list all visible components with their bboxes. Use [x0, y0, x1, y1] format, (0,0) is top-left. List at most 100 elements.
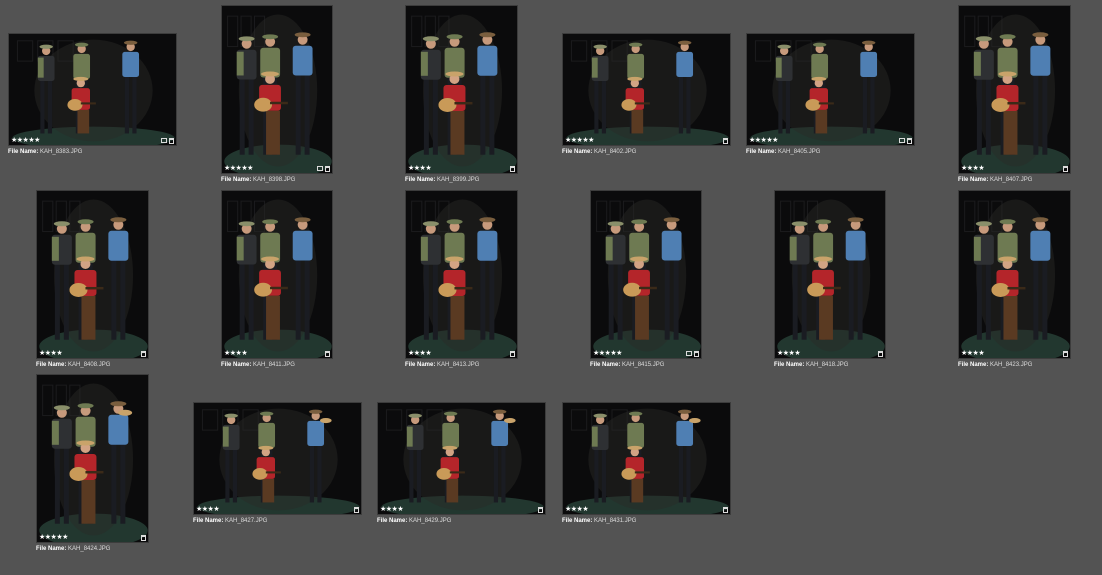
- stage-photo-image: [406, 191, 517, 358]
- photo-thumbnail[interactable]: ★★★★: [958, 190, 1071, 359]
- star-rating[interactable]: ★★★★: [961, 349, 985, 358]
- file-name-label: File Name:: [8, 149, 41, 155]
- star-rating[interactable]: ★★★★★: [39, 533, 68, 542]
- thumbnail-cell[interactable]: ★★★★ File Name: KAH_8413.JPG: [405, 190, 518, 370]
- thumbnail-badges: ★★★★: [775, 348, 885, 358]
- trash-icon[interactable]: [878, 351, 883, 357]
- trash-icon[interactable]: [141, 351, 146, 357]
- trash-icon[interactable]: [354, 507, 359, 513]
- thumbnail-cell[interactable]: ★★★★ File Name: KAH_8407.JPG: [958, 5, 1071, 185]
- star-rating[interactable]: ★★★★★: [749, 136, 778, 145]
- photo-thumbnail[interactable]: ★★★★★: [8, 33, 177, 146]
- file-name-value: KAH_8413.JPG: [437, 362, 480, 368]
- thumbnail-cell[interactable]: ★★★★★ File Name: KAH_8383.JPG: [8, 33, 177, 157]
- metadata-icon[interactable]: [161, 138, 167, 143]
- trash-icon[interactable]: [325, 166, 330, 172]
- stage-photo-image: [959, 6, 1070, 173]
- star-rating[interactable]: ★★★★: [777, 349, 801, 358]
- thumbnail-cell[interactable]: ★★★★ File Name: KAH_8411.JPG: [221, 190, 333, 370]
- star-rating[interactable]: ★★★★: [408, 164, 432, 173]
- thumbnail-cell[interactable]: ★★★★★ File Name: KAH_8415.JPG: [590, 190, 702, 370]
- trash-icon[interactable]: [538, 507, 543, 513]
- photo-thumbnail[interactable]: ★★★★: [958, 5, 1071, 174]
- photo-thumbnail[interactable]: ★★★★: [193, 402, 362, 515]
- metadata-icon[interactable]: [317, 166, 323, 171]
- file-name-caption: File Name: KAH_8413.JPG: [405, 361, 479, 369]
- photo-thumbnail[interactable]: ★★★★★: [590, 190, 702, 359]
- thumbnail-cell[interactable]: ★★★★ File Name: KAH_8429.JPG: [377, 402, 546, 526]
- trash-icon[interactable]: [510, 351, 515, 357]
- thumbnail-badges: ★★★★★: [222, 163, 332, 173]
- stage-photo-image: [222, 6, 332, 173]
- file-name-caption: File Name: KAH_8405.JPG: [746, 148, 820, 156]
- photo-thumbnail[interactable]: ★★★★: [377, 402, 546, 515]
- trash-icon[interactable]: [907, 138, 912, 144]
- thumbnail-cell[interactable]: ★★★★ File Name: KAH_8423.JPG: [958, 190, 1071, 370]
- thumbnail-icons: [686, 351, 699, 357]
- star-rating[interactable]: ★★★★★: [565, 136, 594, 145]
- thumbnail-icons: [723, 138, 728, 144]
- trash-icon[interactable]: [1063, 166, 1068, 172]
- trash-icon[interactable]: [325, 351, 330, 357]
- stage-scene: [37, 375, 148, 542]
- photo-thumbnail[interactable]: ★★★★: [774, 190, 886, 359]
- stage-scene: [406, 191, 517, 358]
- metadata-icon[interactable]: [899, 138, 905, 143]
- thumbnail-cell[interactable]: ★★★★★ File Name: KAH_8424.JPG: [36, 374, 149, 554]
- photo-thumbnail[interactable]: ★★★★: [405, 5, 518, 174]
- thumbnail-badges: ★★★★★: [563, 135, 730, 145]
- thumbnail-cell[interactable]: ★★★★ File Name: KAH_8431.JPG: [562, 402, 731, 526]
- file-name-label: File Name:: [405, 177, 438, 183]
- thumbnail-cell[interactable]: ★★★★★ File Name: KAH_8398.JPG: [221, 5, 333, 185]
- star-rating[interactable]: ★★★★: [39, 349, 63, 358]
- star-rating[interactable]: ★★★★: [380, 505, 404, 514]
- thumbnail-cell[interactable]: ★★★★ File Name: KAH_8418.JPG: [774, 190, 886, 370]
- star-rating[interactable]: ★★★★: [961, 164, 985, 173]
- star-rating[interactable]: ★★★★★: [11, 136, 40, 145]
- stage-scene: [37, 191, 148, 358]
- file-name-caption: File Name: KAH_8424.JPG: [36, 545, 110, 553]
- thumbnail-badges: ★★★★: [959, 163, 1070, 173]
- photo-thumbnail[interactable]: ★★★★★: [36, 374, 149, 543]
- trash-icon[interactable]: [694, 351, 699, 357]
- star-rating[interactable]: ★★★★★: [593, 349, 622, 358]
- file-name-value: KAH_8431.JPG: [594, 518, 637, 524]
- thumbnail-icons: [161, 138, 174, 144]
- trash-icon[interactable]: [1063, 351, 1068, 357]
- file-name-label: File Name:: [774, 362, 807, 368]
- star-rating[interactable]: ★★★★: [565, 505, 589, 514]
- photo-thumbnail[interactable]: ★★★★★: [221, 5, 333, 174]
- trash-icon[interactable]: [169, 138, 174, 144]
- stage-scene: [959, 6, 1070, 173]
- thumbnail-icons: [141, 351, 146, 357]
- thumbnail-badges: ★★★★: [222, 348, 332, 358]
- thumbnail-cell[interactable]: ★★★★ File Name: KAH_8399.JPG: [405, 5, 518, 185]
- file-name-label: File Name:: [958, 177, 991, 183]
- photo-thumbnail[interactable]: ★★★★: [36, 190, 149, 359]
- thumbnail-badges: ★★★★: [406, 163, 517, 173]
- trash-icon[interactable]: [723, 138, 728, 144]
- file-name-label: File Name:: [405, 362, 438, 368]
- thumbnail-cell[interactable]: ★★★★ File Name: KAH_8408.JPG: [36, 190, 149, 370]
- metadata-icon[interactable]: [686, 351, 692, 356]
- photo-thumbnail[interactable]: ★★★★★: [746, 33, 915, 146]
- trash-icon[interactable]: [723, 507, 728, 513]
- photo-thumbnail[interactable]: ★★★★: [221, 190, 333, 359]
- star-rating[interactable]: ★★★★★: [224, 164, 253, 173]
- photo-thumbnail[interactable]: ★★★★★: [562, 33, 731, 146]
- stage-photo-image: [37, 375, 148, 542]
- thumbnail-cell[interactable]: ★★★★★ File Name: KAH_8402.JPG: [562, 33, 731, 157]
- photo-thumbnail[interactable]: ★★★★: [562, 402, 731, 515]
- file-name-caption: File Name: KAH_8418.JPG: [774, 361, 848, 369]
- star-rating[interactable]: ★★★★: [408, 349, 432, 358]
- photo-thumbnail[interactable]: ★★★★: [405, 190, 518, 359]
- star-rating[interactable]: ★★★★: [196, 505, 220, 514]
- file-name-caption: File Name: KAH_8431.JPG: [562, 517, 636, 525]
- file-name-label: File Name:: [746, 149, 779, 155]
- thumbnail-cell[interactable]: ★★★★★ File Name: KAH_8405.JPG: [746, 33, 915, 157]
- trash-icon[interactable]: [141, 535, 146, 541]
- star-rating[interactable]: ★★★★: [224, 349, 248, 358]
- thumbnail-cell[interactable]: ★★★★ File Name: KAH_8427.JPG: [193, 402, 362, 526]
- file-name-value: KAH_8429.JPG: [409, 518, 452, 524]
- trash-icon[interactable]: [510, 166, 515, 172]
